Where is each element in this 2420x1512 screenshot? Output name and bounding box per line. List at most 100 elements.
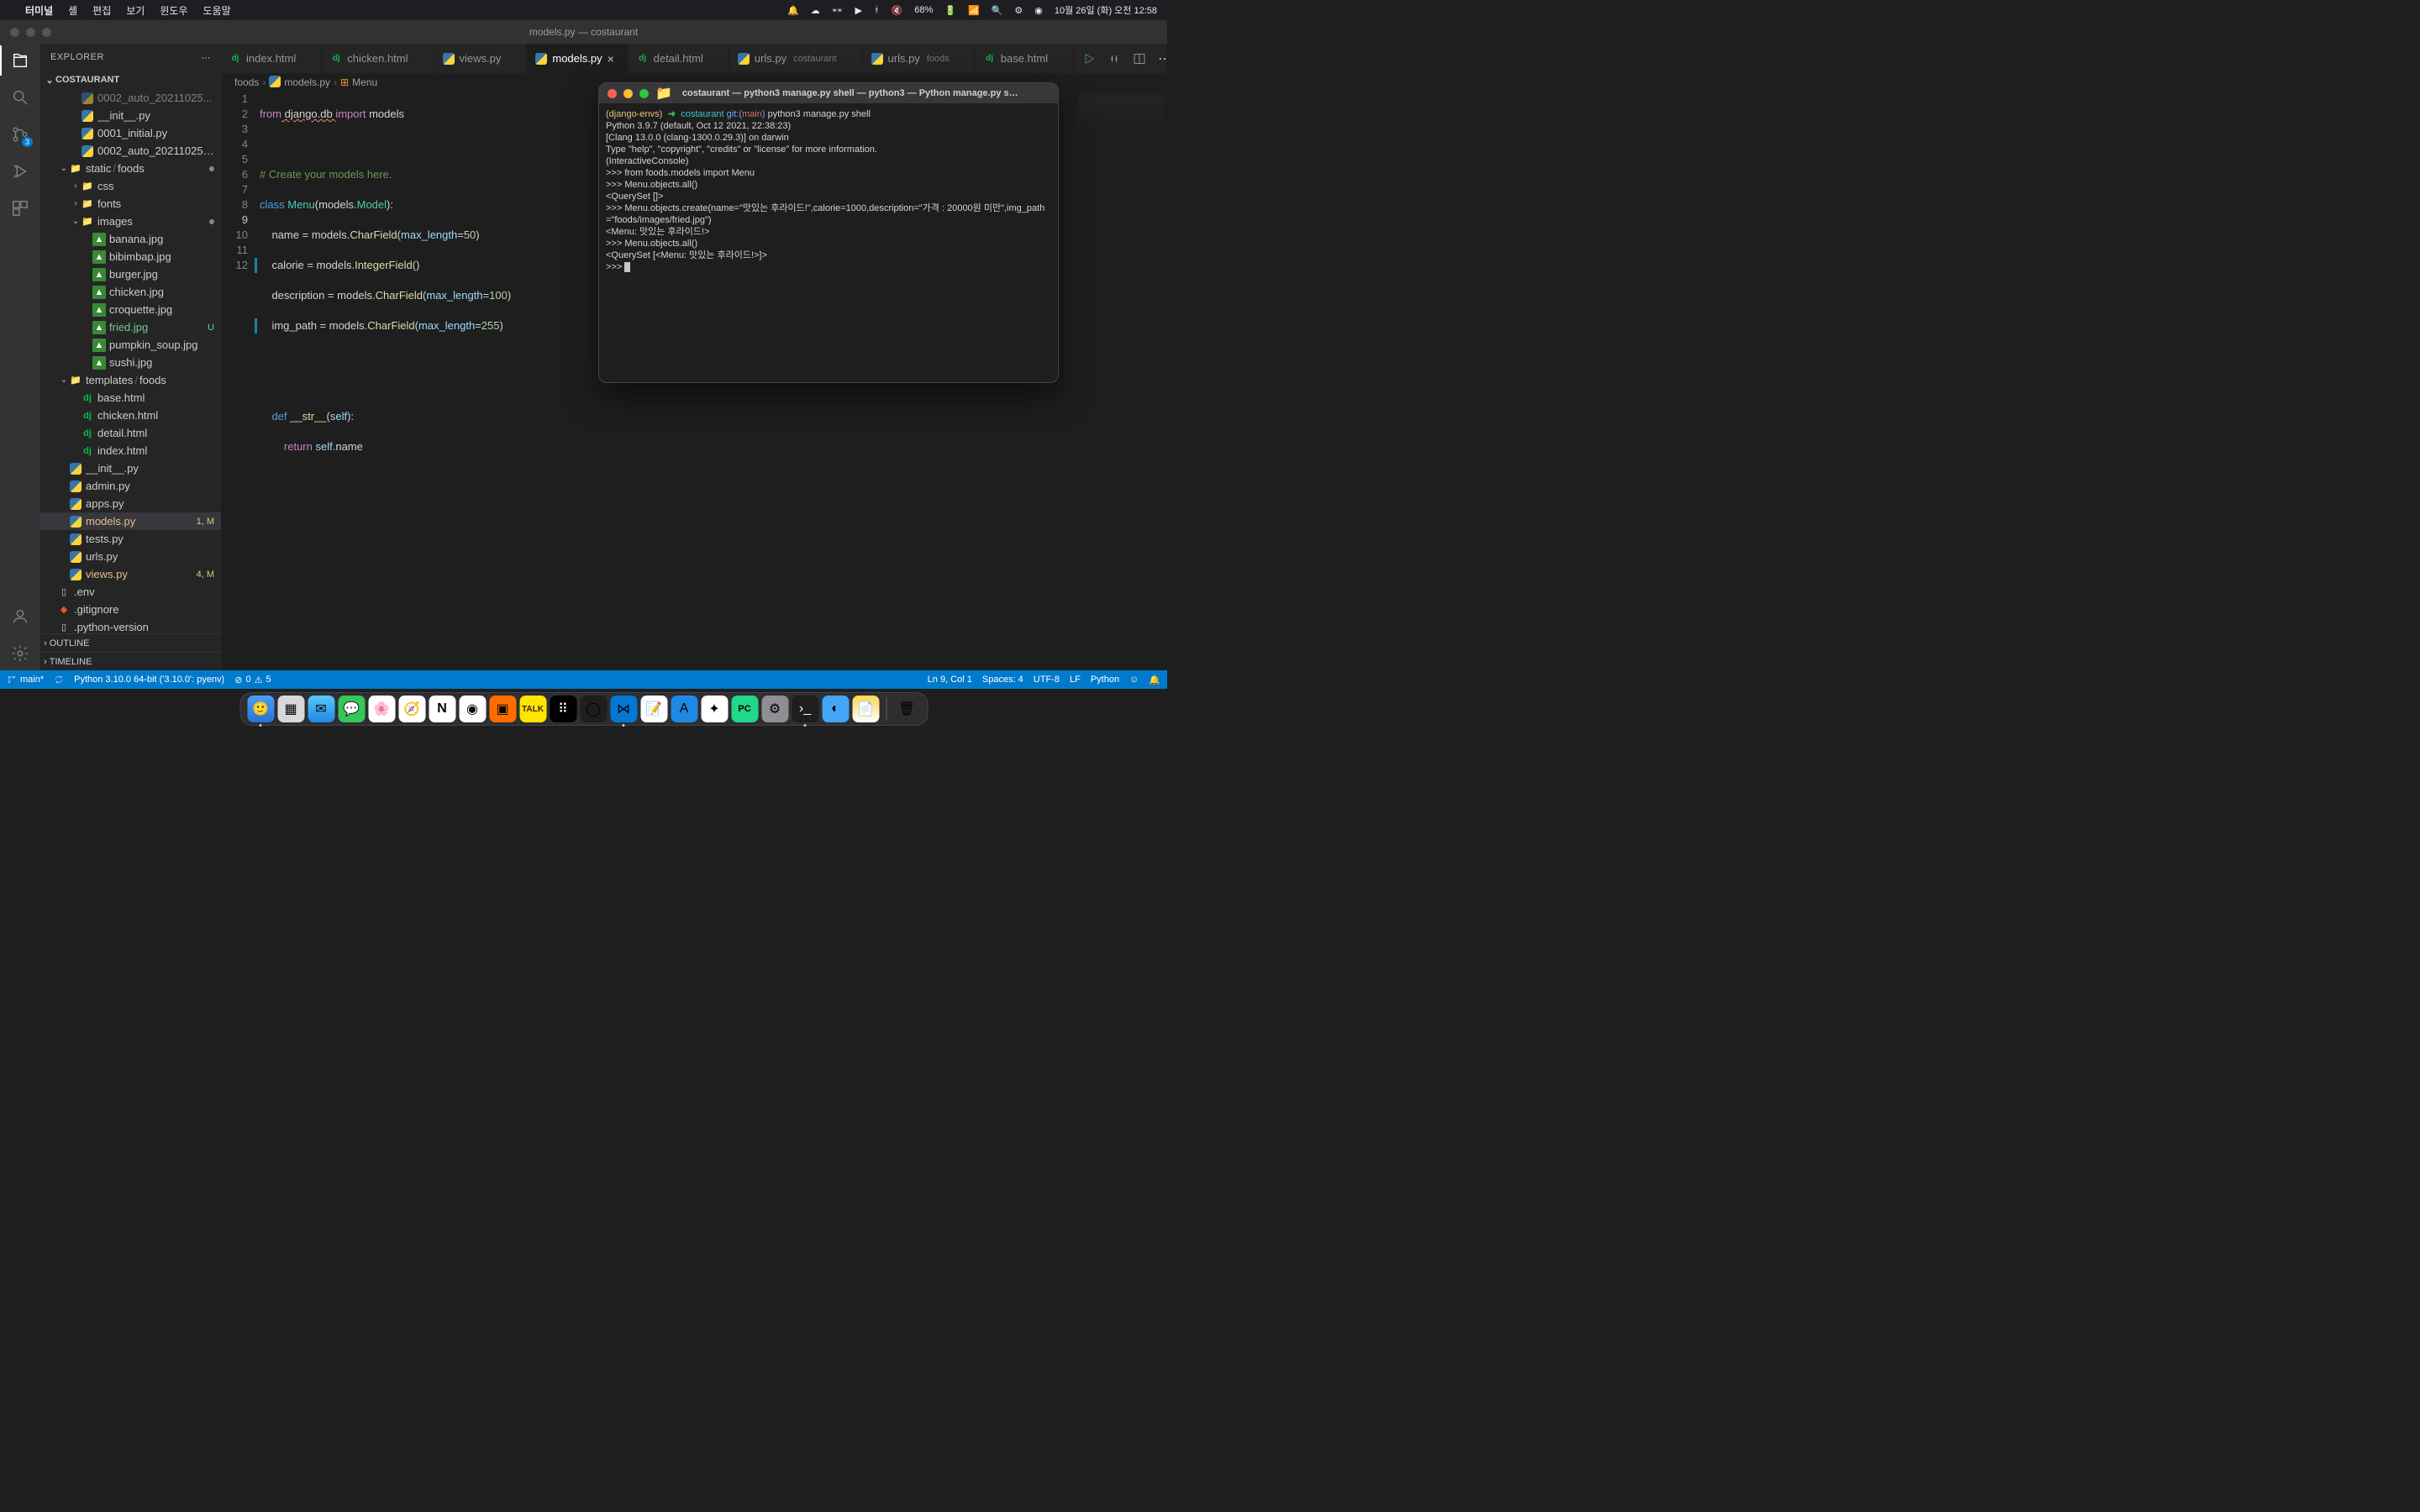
battery-icon[interactable]: 🔋 [944,5,956,16]
breadcrumb-folder[interactable]: foods [234,76,259,88]
tree-item-pumpkin-soup-jpg[interactable]: ▲pumpkin_soup.jpg [40,336,221,354]
tab-index-html[interactable]: djindex.html× [221,44,322,73]
tree-item-css[interactable]: ›📁css [40,177,221,195]
tree-item-tests-py[interactable]: tests.py [40,530,221,548]
tree-item-chicken-html[interactable]: djchicken.html [40,407,221,424]
bell-icon[interactable]: 🔔 [1149,675,1160,685]
terminal-window[interactable]: 📁 costaurant — python3 manage.py shell —… [598,82,1059,383]
dock-finder[interactable]: 🙂 [247,696,274,722]
tab-views-py[interactable]: views.py× [434,44,528,73]
tree-item-apps-py[interactable]: apps.py [40,495,221,512]
control-center-icon[interactable]: ⚙ [1014,5,1023,16]
menu-edit[interactable]: 편집 [92,3,111,18]
feedback-icon[interactable]: ☺ [1129,675,1139,685]
indent[interactable]: Spaces: 4 [982,675,1023,685]
tab-models-py[interactable]: models.py× [527,44,628,73]
dock-notion[interactable]: N [429,696,455,722]
dock-settings[interactable]: ⚙ [761,696,788,722]
tree-item--env[interactable]: ▯.env [40,583,221,601]
tree-item-chicken-jpg[interactable]: ▲chicken.jpg [40,283,221,301]
minimize-window-button[interactable] [26,28,35,37]
dock-photos[interactable]: 🌸 [368,696,395,722]
menu-shell[interactable]: 셸 [68,3,77,18]
tab-urls-py-costaurant[interactable]: urls.pycostaurant× [729,44,863,73]
wifi-icon[interactable]: 📶 [968,5,980,16]
dock-slack[interactable]: ✦ [701,696,728,722]
extensions-tab[interactable] [10,198,30,218]
minimap[interactable] [1075,92,1167,670]
problems[interactable]: ⊘ 0 ⚠ 5 [234,675,271,685]
tree-item--python-version[interactable]: ▯.python-version [40,618,221,633]
encoding[interactable]: UTF-8 [1034,675,1060,685]
notification-icon[interactable]: 🔔 [787,5,799,16]
tree-item-index-html[interactable]: djindex.html [40,442,221,459]
siri-icon[interactable]: ◉ [1034,5,1043,16]
split-icon[interactable] [1133,52,1146,66]
tree-item-0002-auto-20211025----[interactable]: 0002_auto_20211025_... [40,142,221,160]
dock-kakaotalk[interactable]: TALK [519,696,546,722]
tree-item-detail-html[interactable]: djdetail.html [40,424,221,442]
menu-window[interactable]: 윈도우 [160,3,187,18]
menu-app[interactable]: 터미널 [25,3,53,18]
git-branch[interactable]: main* [7,675,44,685]
run-icon[interactable] [1082,52,1096,66]
tree-item-models-py[interactable]: models.py1, M [40,512,221,530]
tree-item-0001-initial-py[interactable]: 0001_initial.py [40,124,221,142]
timeline-section[interactable]: › TIMELINE [40,652,221,670]
dock-textedit[interactable]: 📝 [640,696,667,722]
dock-mail[interactable]: ✉ [308,696,334,722]
compare-icon[interactable] [1107,52,1121,66]
traffic-lights[interactable] [10,28,51,37]
breadcrumb-symbol[interactable]: Menu [352,76,377,88]
language-mode[interactable]: Python [1091,675,1119,685]
dock-launchpad[interactable]: ▦ [277,696,304,722]
dock-unknown1[interactable]: ▣ [489,696,516,722]
tree-item-fried-jpg[interactable]: ▲fried.jpgU [40,318,221,336]
term-maximize-button[interactable] [639,89,649,98]
project-header[interactable]: ⌄COSTAURANT [40,71,221,89]
search-tab[interactable] [10,87,30,108]
dock-chrome[interactable]: ◉ [459,696,486,722]
tree-item-bibimbap-jpg[interactable]: ▲bibimbap.jpg [40,248,221,265]
tree-item-base-html[interactable]: djbase.html [40,389,221,407]
tree-item-images[interactable]: ⌄📁images [40,213,221,230]
dock-terminal[interactable]: ›_ [792,696,818,722]
clock[interactable]: 10월 26일 (화) 오전 12:58 [1055,3,1157,17]
scm-tab[interactable]: 3 [10,124,30,144]
terminal-output[interactable]: (django-envs) ➜ costaurant git:(main) py… [599,103,1058,278]
tree-item-fonts[interactable]: ›📁fonts [40,195,221,213]
dock-appstore[interactable]: A [671,696,697,722]
tree-item-burger-jpg[interactable]: ▲burger.jpg [40,265,221,283]
sync-button[interactable] [54,675,64,685]
term-minimize-button[interactable] [623,89,633,98]
dock-messages[interactable]: 💬 [338,696,365,722]
python-interpreter[interactable]: Python 3.10.0 64-bit ('3.10.0': pyenv) [74,675,224,685]
glasses-icon[interactable]: 👓 [832,5,844,16]
tree-item-croquette-jpg[interactable]: ▲croquette.jpg [40,301,221,318]
tree-item---init---py[interactable]: __init__.py [40,107,221,124]
cursor-pos[interactable]: Ln 9, Col 1 [928,675,972,685]
outline-section[interactable]: › OUTLINE [40,633,221,652]
tree-item--gitignore[interactable]: ◆.gitignore [40,601,221,618]
breadcrumb-file[interactable]: models.py [284,76,330,88]
menu-view[interactable]: 보기 [126,3,145,18]
close-icon[interactable]: × [608,52,619,66]
dock-trash[interactable]: 🗑 [893,696,920,722]
close-window-button[interactable] [10,28,19,37]
tree-item-templates[interactable]: ⌄📁templates/foods [40,371,221,389]
explorer-tab[interactable] [10,50,30,71]
dock-unknown4[interactable]: ◐ [822,696,849,722]
tree-item-sushi-jpg[interactable]: ▲sushi.jpg [40,354,221,371]
tabs-more-icon[interactable]: ⋯ [1158,50,1167,67]
tree-item-admin-py[interactable]: admin.py [40,477,221,495]
dock-unknown2[interactable]: ⠿ [550,696,576,722]
term-close-button[interactable] [608,89,617,98]
menu-help[interactable]: 도움말 [203,3,230,18]
debug-tab[interactable] [10,161,30,181]
account-icon[interactable] [10,606,30,627]
volume-mute-icon[interactable]: 🔇 [892,5,903,16]
tab-urls-py-foods[interactable]: urls.pyfoods× [863,44,976,73]
tree-item---init---py[interactable]: __init__.py [40,459,221,477]
tab-chicken-html[interactable]: djchicken.html× [322,44,434,73]
dock-safari[interactable]: 🧭 [398,696,425,722]
